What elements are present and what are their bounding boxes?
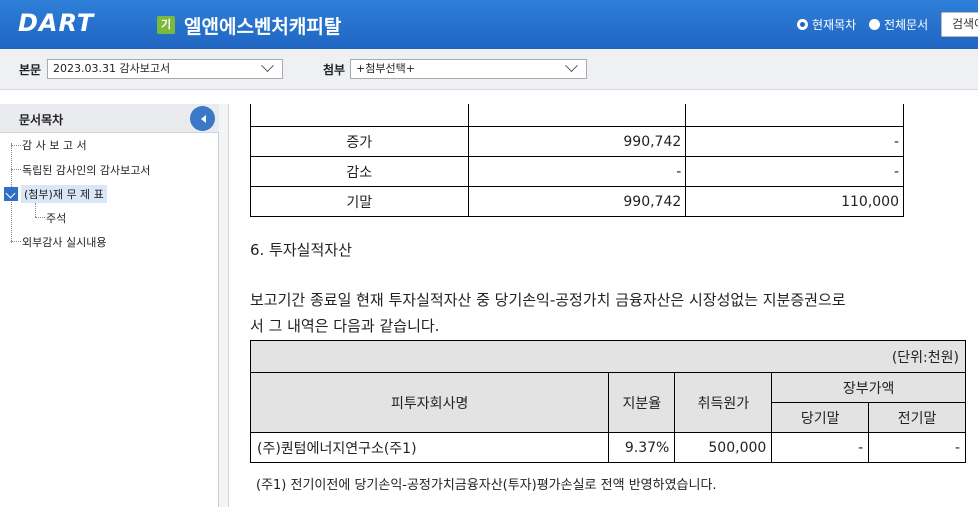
toc-panel: 문서목차 감 사 보 고 서 독립된 감사인의 감사보고서 (첨부)재 무 제 … (0, 104, 219, 507)
company-type-badge: 기 (157, 16, 175, 34)
main-doc-label: 본문 (19, 63, 42, 77)
tree-line (11, 169, 21, 170)
radio-selected-icon[interactable] (797, 19, 808, 30)
header-current: 당기말 (771, 402, 870, 433)
toc-item-audit-report[interactable]: 감 사 보 고 서 (22, 137, 87, 153)
radio-current-toc[interactable]: 현재목차 (797, 16, 856, 33)
header-row: 피투자회사명 지분율 취득원가 장부가액 (249, 372, 966, 433)
tree-line (35, 217, 45, 218)
toc-header: 문서목차 (0, 104, 219, 133)
header-company: 피투자회사명 (249, 372, 610, 433)
collapse-panel-button[interactable] (190, 106, 215, 131)
attach-select[interactable]: +첨부선택+ (350, 59, 587, 79)
collapse-node-icon[interactable] (4, 187, 18, 201)
header-prior: 전기말 (868, 402, 966, 433)
cell-company: (주)퀀텀에너지연구소(주1) (249, 432, 610, 463)
table-row: 감소 - - (250, 156, 904, 187)
unit-row: (단위:천원) (250, 340, 966, 373)
cell-share: 9.37% (608, 432, 676, 463)
cell-prior: - (868, 432, 966, 463)
search-input[interactable]: 검색어 (941, 12, 978, 37)
cell-value: - (685, 126, 904, 157)
movement-table: 증가 990,742 - 감소 - - 기말 990,742 110,000 (250, 104, 904, 217)
cell-value: - (467, 156, 687, 187)
toc-item-notes[interactable]: 주석 (46, 210, 66, 226)
tree-line (11, 241, 21, 242)
top-header: DART 기 엘앤에스벤처캐피탈 현재목차 전체문서 검색어 (0, 0, 978, 49)
paragraph-line: 보고기간 종료일 현재 투자실적자산 중 당기손익-공정가치 금융자산은 시장성… (250, 291, 846, 309)
section-paragraph: 보고기간 종료일 현재 투자실적자산 중 당기손익-공정가치 금융자산은 시장성… (250, 287, 890, 339)
row-label: 감소 (250, 156, 469, 187)
header-book-value: 장부가액 (771, 372, 966, 403)
table-row: (주)퀀텀에너지연구소(주1) 9.37% 500,000 - - (249, 432, 966, 463)
header-share: 지분율 (608, 372, 676, 433)
dart-logo[interactable]: DART (18, 9, 94, 37)
chevron-down-icon (565, 59, 578, 73)
cell-value: 990,742 (467, 186, 687, 217)
tree-line (35, 203, 36, 217)
radio-all-label: 전체문서 (884, 18, 929, 32)
table-row: 증가 990,742 - (250, 126, 904, 157)
toc-item-financial-statements[interactable]: (첨부)재 무 제 표 (21, 185, 107, 203)
company-name: 엘앤에스벤처캐피탈 (184, 16, 342, 38)
table-row: 기말 990,742 110,000 (250, 186, 904, 217)
toc-item-independent-auditor[interactable]: 독립된 감사인의 감사보고서 (22, 162, 150, 178)
table-row (250, 104, 904, 127)
tree-line (11, 145, 21, 146)
attach-label: 첨부 (323, 63, 346, 77)
radio-unselected-icon[interactable] (869, 19, 880, 30)
main-doc-value: 2023.03.31 감사보고서 (53, 62, 171, 75)
unit-label: (단위:천원) (250, 340, 966, 373)
cell-value: 110,000 (685, 186, 904, 217)
toc-title: 문서목차 (19, 113, 64, 127)
cell-cost: 500,000 (674, 432, 773, 463)
section-heading: 6. 투자실적자산 (250, 241, 352, 259)
document-selector-bar: 본문 2023.03.31 감사보고서 첨부 +첨부선택+ (0, 49, 978, 90)
attach-value: +첨부선택+ (356, 62, 415, 75)
cell-value: - (685, 156, 904, 187)
header-cost: 취득원가 (674, 372, 773, 433)
main-doc-select[interactable]: 2023.03.31 감사보고서 (47, 59, 283, 79)
document-content: 증가 990,742 - 감소 - - 기말 990,742 110,000 6… (230, 104, 978, 507)
cell-current: - (771, 432, 870, 463)
footnote: (주1) 전기이전에 당기손익-공정가치금융자산(투자)평가손실로 전액 반영하… (256, 478, 717, 493)
row-label: 기말 (250, 186, 469, 217)
radio-all-doc[interactable]: 전체문서 (869, 16, 928, 33)
chevron-down-icon (261, 59, 274, 73)
paragraph-line: 서 그 내역은 다음과 같습니다. (250, 317, 440, 335)
row-label: 증가 (250, 126, 469, 157)
cell-value: 990,742 (467, 126, 687, 157)
panel-splitter[interactable] (219, 104, 229, 507)
investment-table: (단위:천원) 피투자회사명 지분율 취득원가 장부가액 당기말 전기말 (주)… (249, 340, 966, 463)
toc-item-external-audit[interactable]: 외부감사 실시내용 (22, 234, 106, 250)
radio-current-label: 현재목차 (812, 18, 857, 32)
